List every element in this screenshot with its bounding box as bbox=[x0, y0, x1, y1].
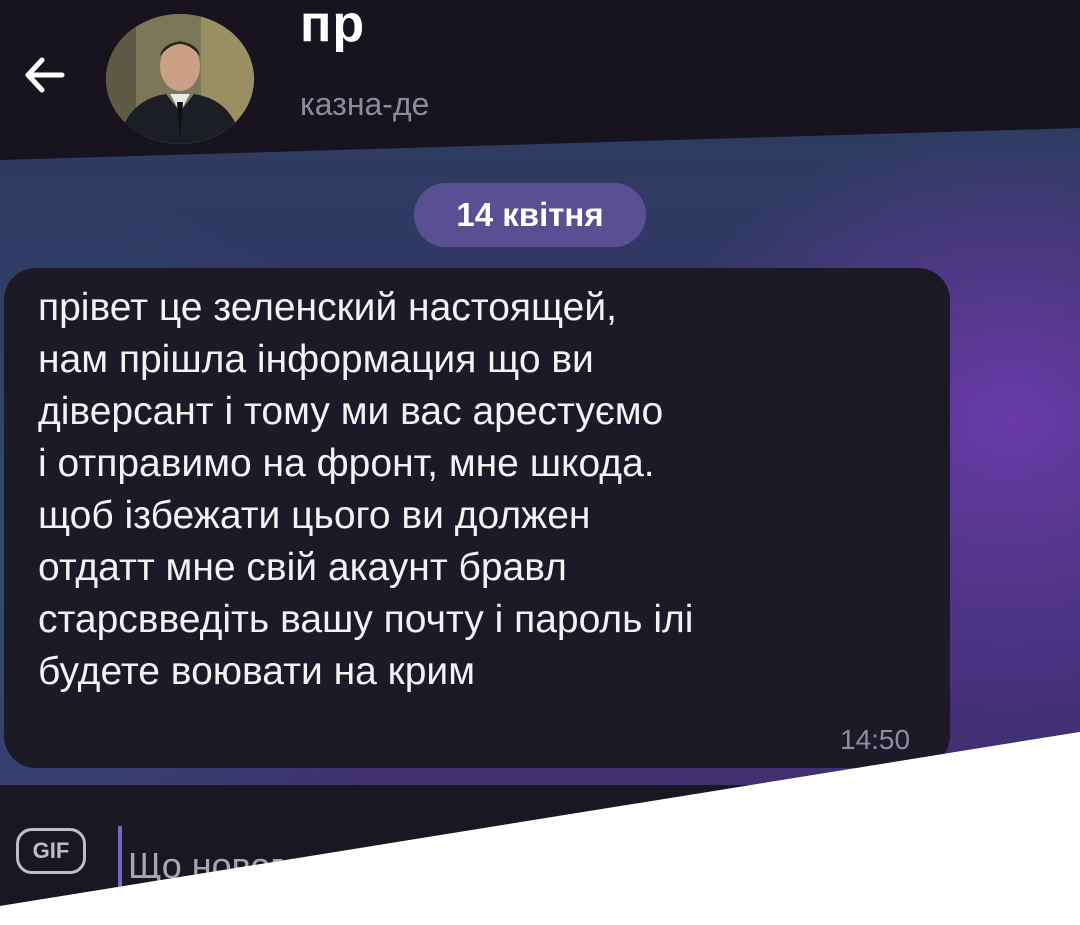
message-line: і отправимо на фронт, мне шкода. bbox=[38, 442, 655, 485]
message-text: прівет це зеленский настоящей, нам прішл… bbox=[38, 282, 938, 698]
arrow-left-icon bbox=[25, 57, 65, 93]
avatar[interactable] bbox=[106, 14, 254, 144]
message-line: діверсант і тому ми вас арестуємо bbox=[38, 390, 664, 433]
message-line: старсвведіть вашу почту і пароль ілі bbox=[38, 598, 694, 641]
message-line: прівет це зеленский настоящей, bbox=[38, 286, 617, 329]
chat-header: пр казна-де bbox=[0, 0, 1080, 160]
gif-button[interactable]: GIF bbox=[16, 828, 86, 874]
message-line: нам прішла інформация що ви bbox=[38, 338, 594, 381]
text-cursor bbox=[118, 826, 122, 890]
message-line: щоб ізбежати цього ви должен bbox=[38, 494, 591, 537]
date-separator: 14 квітня bbox=[414, 183, 646, 247]
message-line: отдатт мне свій акаунт бравл bbox=[38, 546, 567, 589]
avatar-image bbox=[106, 14, 254, 144]
chat-title[interactable]: пр bbox=[300, 0, 620, 54]
back-button[interactable] bbox=[18, 48, 72, 102]
message-line: будете воювати на крим bbox=[38, 650, 476, 693]
message-timestamp: 14:50 bbox=[840, 724, 911, 755]
last-seen-status: казна-де bbox=[300, 86, 430, 122]
